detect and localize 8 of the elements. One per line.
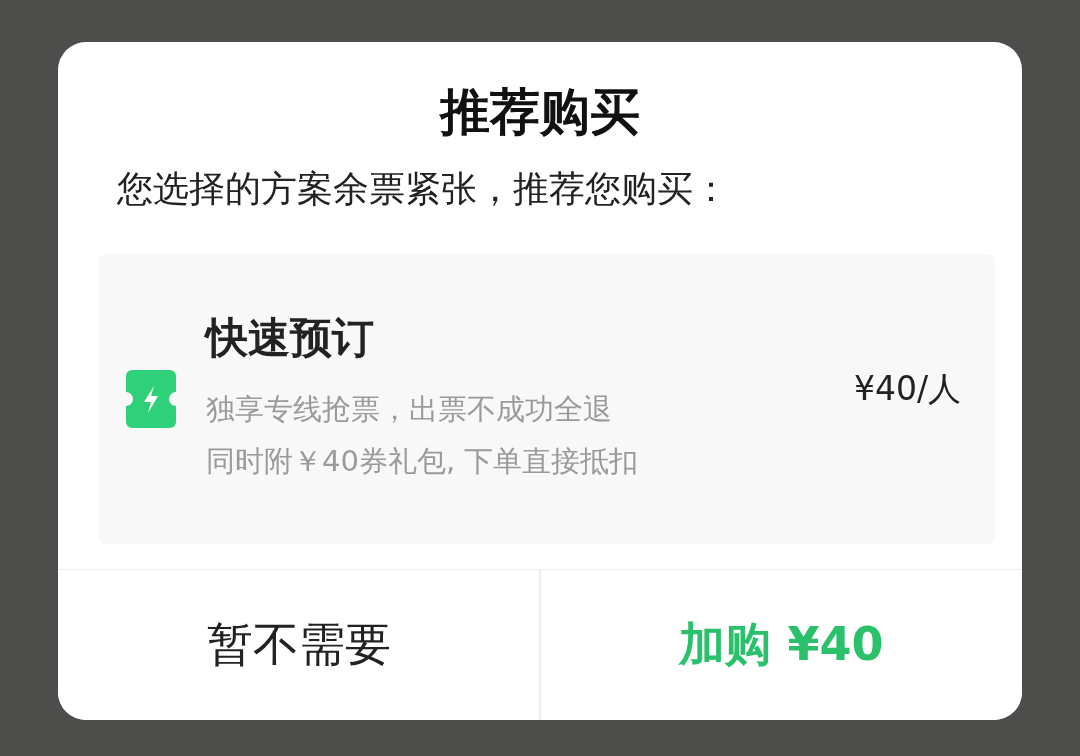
- ticket-icon: [126, 370, 176, 428]
- option-price: ¥40/人: [853, 367, 961, 410]
- option-description: 独享专线抢票，出票不成功全退: [206, 391, 612, 428]
- dialog-message: 您选择的方案余票紧张，推荐您购买：: [117, 167, 729, 211]
- dialog-title: 推荐购买: [440, 82, 640, 142]
- option-description: 同时附￥40券礼包, 下单直接抵扣: [206, 443, 639, 480]
- option-name: 快速预订: [206, 312, 374, 364]
- option-card[interactable]: 快速预订 独享专线抢票，出票不成功全退 同时附￥40券礼包, 下单直接抵扣 ¥40/人: [98, 254, 995, 544]
